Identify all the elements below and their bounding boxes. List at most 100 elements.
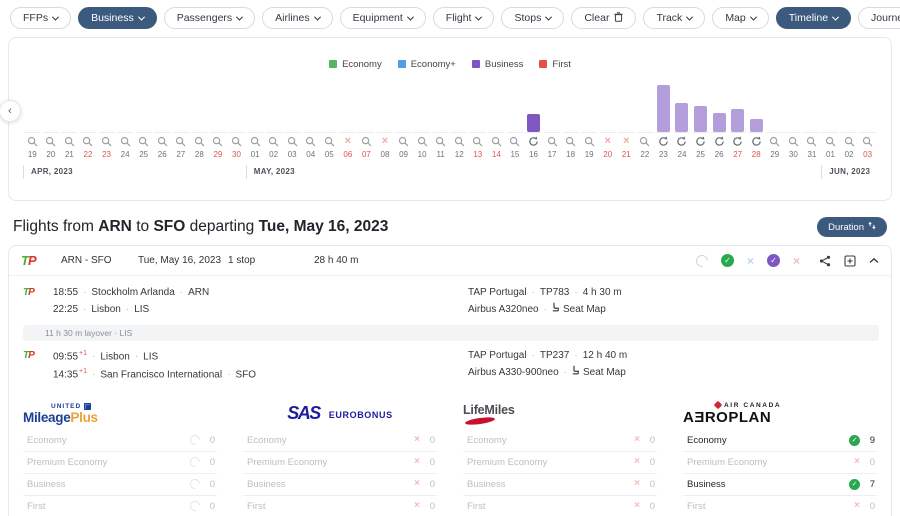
search-icon[interactable] (157, 134, 168, 148)
search-icon[interactable] (472, 134, 483, 148)
search-icon[interactable] (120, 134, 131, 148)
filter-airlines-button[interactable]: Airlines (262, 7, 332, 29)
search-icon[interactable] (844, 134, 855, 148)
award-row-premium-economy[interactable]: Premium Economy×0 (683, 452, 877, 474)
no-results-icon[interactable]: × (623, 134, 629, 148)
timeline-day-21[interactable]: 21 (60, 80, 79, 159)
search-icon[interactable] (584, 134, 595, 148)
timeline-day-05[interactable]: 05 (320, 80, 339, 159)
search-icon[interactable] (491, 134, 502, 148)
refresh-icon[interactable] (676, 134, 687, 148)
search-icon[interactable] (231, 134, 242, 148)
timeline-day-08[interactable]: ×08 (376, 80, 395, 159)
expand-add-icon[interactable] (844, 255, 856, 267)
search-icon[interactable] (417, 134, 428, 148)
timeline-day-01[interactable]: 01 (821, 80, 840, 159)
timeline-day-23[interactable]: 23 (654, 80, 673, 159)
refresh-icon[interactable] (658, 134, 669, 148)
timeline-day-18[interactable]: 18 (561, 80, 580, 159)
seat-map-link[interactable]: Seat Map (572, 365, 626, 382)
no-results-icon[interactable]: × (382, 134, 388, 148)
award-row-business[interactable]: Business✓7 (683, 474, 877, 496)
timeline-day-15[interactable]: 15 (506, 80, 525, 159)
search-icon[interactable] (101, 134, 112, 148)
timeline-day-13[interactable]: 13 (469, 80, 488, 159)
search-icon[interactable] (788, 134, 799, 148)
search-icon[interactable] (287, 134, 298, 148)
refresh-icon[interactable] (714, 134, 725, 148)
clear-filters-button[interactable]: Clear (571, 7, 636, 29)
search-icon[interactable] (268, 134, 279, 148)
timeline-day-09[interactable]: 09 (394, 80, 413, 159)
award-row-business[interactable]: Business×0 (463, 474, 657, 496)
timeline-day-16[interactable]: 16 (524, 80, 543, 159)
filter-ffps-button[interactable]: FFPs (10, 7, 71, 29)
timeline-day-24[interactable]: 24 (673, 80, 692, 159)
timeline-day-11[interactable]: 11 (431, 80, 450, 159)
award-row-premium-economy[interactable]: Premium Economy×0 (243, 452, 437, 474)
timeline-day-28[interactable]: 28 (190, 80, 209, 159)
search-icon[interactable] (361, 134, 372, 148)
seat-map-link[interactable]: Seat Map (552, 302, 606, 319)
timeline-day-12[interactable]: 12 (450, 80, 469, 159)
flight-summary-row[interactable]: TP ARN - SFO Tue, May 16, 2023 1 stop 28… (9, 246, 891, 276)
filter-business-button[interactable]: Business (78, 7, 157, 29)
search-icon[interactable] (547, 134, 558, 148)
timeline-day-02[interactable]: 02 (264, 80, 283, 159)
timeline-day-30[interactable]: 30 (227, 80, 246, 159)
search-icon[interactable] (250, 134, 261, 148)
timeline-day-25[interactable]: 25 (691, 80, 710, 159)
search-icon[interactable] (64, 134, 75, 148)
timeline-day-07[interactable]: 07 (357, 80, 376, 159)
award-row-premium-economy[interactable]: Premium Economy×0 (463, 452, 657, 474)
timeline-day-29[interactable]: 29 (766, 80, 785, 159)
timeline-day-03[interactable]: 03 (283, 80, 302, 159)
timeline-day-19[interactable]: 19 (23, 80, 42, 159)
award-row-economy[interactable]: Economy0 (23, 430, 217, 452)
refresh-icon[interactable] (732, 134, 743, 148)
search-icon[interactable] (454, 134, 465, 148)
search-icon[interactable] (175, 134, 186, 148)
award-row-first[interactable]: First×0 (243, 496, 437, 516)
refresh-icon[interactable] (695, 134, 706, 148)
timeline-day-14[interactable]: 14 (487, 80, 506, 159)
award-row-first[interactable]: First0 (23, 496, 217, 516)
search-icon[interactable] (806, 134, 817, 148)
timeline-day-10[interactable]: 10 (413, 80, 432, 159)
filter-flight-button[interactable]: Flight (433, 7, 495, 29)
search-icon[interactable] (509, 134, 520, 148)
filter-equipment-button[interactable]: Equipment (340, 7, 426, 29)
search-icon[interactable] (305, 134, 316, 148)
timeline-prev-button[interactable]: ‹ (0, 100, 21, 122)
share-icon[interactable] (819, 255, 831, 267)
search-icon[interactable] (825, 134, 836, 148)
timeline-day-17[interactable]: 17 (543, 80, 562, 159)
view-map-button[interactable]: Map (712, 7, 768, 29)
refresh-icon[interactable] (751, 134, 762, 148)
search-icon[interactable] (398, 134, 409, 148)
view-track-button[interactable]: Track (643, 7, 705, 29)
search-icon[interactable] (212, 134, 223, 148)
filter-passengers-button[interactable]: Passengers (164, 7, 255, 29)
timeline-day-21[interactable]: ×21 (617, 80, 636, 159)
refresh-icon[interactable] (528, 134, 539, 148)
search-icon[interactable] (138, 134, 149, 148)
timeline-day-24[interactable]: 24 (116, 80, 135, 159)
search-icon[interactable] (324, 134, 335, 148)
award-row-first[interactable]: First×0 (463, 496, 657, 516)
timeline-day-22[interactable]: 22 (636, 80, 655, 159)
collapse-chevron-up-icon[interactable] (869, 257, 879, 264)
award-row-first[interactable]: First×0 (683, 496, 877, 516)
timeline-day-30[interactable]: 30 (784, 80, 803, 159)
award-row-economy[interactable]: Economy×0 (463, 430, 657, 452)
search-icon[interactable] (82, 134, 93, 148)
timeline-day-26[interactable]: 26 (153, 80, 172, 159)
search-icon[interactable] (639, 134, 650, 148)
timeline-day-22[interactable]: 22 (79, 80, 98, 159)
timeline-day-29[interactable]: 29 (209, 80, 228, 159)
sort-duration-button[interactable]: Duration (817, 217, 887, 237)
timeline-day-23[interactable]: 23 (97, 80, 116, 159)
timeline-day-25[interactable]: 25 (134, 80, 153, 159)
timeline-day-31[interactable]: 31 (803, 80, 822, 159)
timeline-day-26[interactable]: 26 (710, 80, 729, 159)
